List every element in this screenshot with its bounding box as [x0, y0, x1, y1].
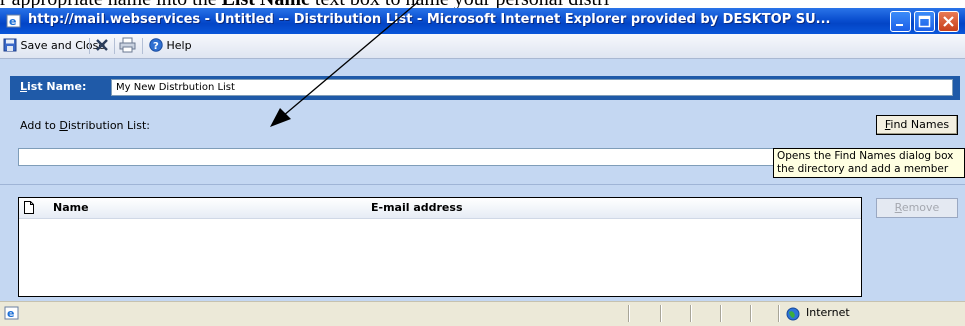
- internet-zone-label: Internet: [806, 306, 850, 319]
- maximize-button[interactable]: [914, 11, 935, 32]
- delete-button[interactable]: [94, 37, 110, 55]
- status-pane-divider: [778, 305, 780, 322]
- find-names-button[interactable]: Find Names: [876, 115, 958, 135]
- tooltip-line: the directory and add a member: [777, 163, 949, 175]
- svg-text:e: e: [7, 307, 14, 320]
- svg-text:?: ?: [153, 41, 159, 52]
- minimize-button[interactable]: [890, 11, 911, 32]
- ie-page-icon: e: [6, 13, 22, 29]
- print-icon: [119, 37, 136, 53]
- print-button[interactable]: [119, 37, 137, 55]
- ie-status-icon: e: [4, 306, 19, 320]
- status-pane-divider: [750, 305, 752, 322]
- column-header-email[interactable]: E-mail address: [371, 201, 463, 214]
- tooltip-line: Opens the Find Names dialog box: [777, 150, 954, 162]
- members-header: Name E-mail address: [19, 198, 861, 219]
- remove-button[interactable]: Remove: [876, 198, 958, 218]
- toolbar-separator: [142, 38, 143, 54]
- status-pane-divider: [628, 305, 630, 322]
- distribution-list-form: List Name: My New Distrbution List Add t…: [0, 59, 965, 301]
- help-label: Help: [166, 39, 192, 52]
- document-icon: [24, 201, 34, 214]
- save-icon: [3, 38, 17, 52]
- internet-zone-icon: [786, 307, 800, 321]
- column-header-name[interactable]: Name: [53, 201, 89, 214]
- help-button[interactable]: ? Help: [149, 37, 192, 55]
- list-name-input[interactable]: My New Distrbution List: [111, 79, 953, 96]
- toolbar: Save and Close ? Help: [0, 34, 965, 59]
- members-list[interactable]: Name E-mail address: [18, 197, 862, 297]
- add-member-input[interactable]: [18, 148, 774, 166]
- status-bar: e Internet: [0, 301, 965, 326]
- status-pane-divider: [720, 305, 722, 322]
- toolbar-separator: [89, 38, 90, 54]
- find-names-tooltip: Opens the Find Names dialog box the dire…: [773, 148, 965, 178]
- section-divider: [0, 184, 965, 185]
- close-button[interactable]: [938, 11, 959, 32]
- status-pane-divider: [660, 305, 662, 322]
- save-and-close-label: Save and Close: [20, 39, 106, 52]
- window-title: http://mail.webservices - Untitled -- Di…: [28, 12, 831, 27]
- status-pane-divider: [690, 305, 692, 322]
- list-name-bar: List Name: My New Distrbution List: [10, 76, 960, 100]
- delete-x-icon: [96, 39, 108, 51]
- list-name-label: List Name:: [20, 80, 87, 93]
- svg-text:e: e: [9, 15, 16, 28]
- toolbar-separator: [114, 38, 115, 54]
- add-to-distribution-list-label: Add to Distribution List:: [20, 119, 150, 132]
- window-titlebar[interactable]: e http://mail.webservices - Untitled -- …: [0, 8, 965, 34]
- help-icon: ?: [149, 38, 163, 52]
- document-caption: r appropriate name into the List Name te…: [0, 0, 965, 8]
